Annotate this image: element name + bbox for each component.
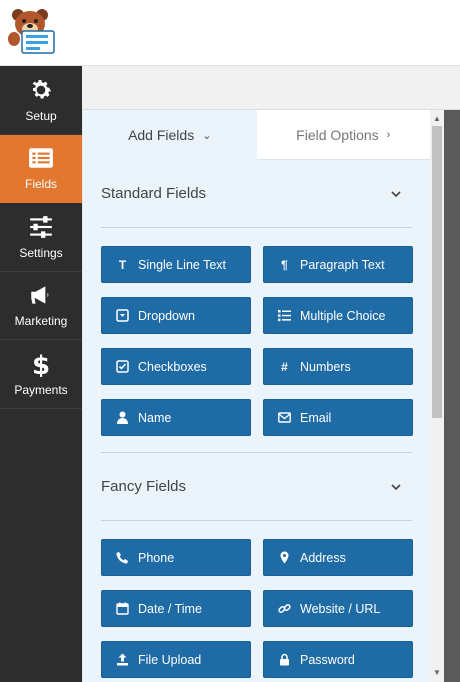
wpforms-bear-logo-icon[interactable] [4,6,60,56]
button-label: Multiple Choice [300,308,386,323]
sidebar-item-settings[interactable]: Settings [0,203,82,272]
button-label: Password [300,652,355,667]
tab-add-fields[interactable]: Add Fields ⌄ [83,110,257,160]
section-title: Fancy Fields [101,478,187,495]
map-pin-icon [280,551,289,564]
sidebar-item-label: Setup [25,108,57,123]
calendar-icon [116,602,129,615]
fancy-fields-grid: Phone Address Date / Time Website / URL … [101,539,413,682]
button-label: Paragraph Text [300,257,385,272]
tab-field-options[interactable]: Field Options › [256,110,430,160]
gear-icon [32,79,52,99]
chevron-down-icon: ⌄ [202,129,212,142]
button-label: Date / Time [138,601,202,616]
button-label: Website / URL [300,601,381,616]
dollar-icon: $ [32,351,50,377]
add-phone-button[interactable]: Phone [101,539,251,576]
button-label: Checkboxes [138,359,207,374]
button-label: Phone [138,550,175,565]
text-icon: T [118,257,127,272]
chevron-down-icon [391,483,401,490]
upload-icon [117,653,128,666]
button-label: Name [138,410,172,425]
builder-toolbar [82,66,460,110]
add-paragraph-text-button[interactable]: ¶ Paragraph Text [263,246,413,283]
sidebar-item-marketing[interactable]: Marketing [0,272,82,340]
scroll-down-arrow-icon[interactable]: ▼ [430,666,444,680]
add-file-upload-button[interactable]: File Upload [101,641,251,678]
add-multiple-choice-button[interactable]: Multiple Choice [263,297,413,334]
top-bar [0,0,460,66]
chevron-down-icon [391,190,401,197]
lock-icon [280,653,289,666]
button-label: Single Line Text [138,257,227,272]
paragraph-icon: ¶ [281,257,288,272]
user-icon [117,411,128,424]
button-label: Dropdown [138,308,195,323]
add-fields-panel: Add Fields ⌄ Field Options › Standard Fi… [82,110,430,682]
scrollbar-thumb[interactable] [432,126,442,418]
add-address-button[interactable]: Address [263,539,413,576]
fields-list-icon [29,148,53,168]
sidebar-item-setup[interactable]: Setup [0,66,82,135]
chevron-right-icon: › [386,128,391,141]
add-single-line-text-button[interactable]: T Single Line Text [101,246,251,283]
tab-label: Add Fields [128,127,195,143]
phone-icon [116,552,128,564]
fancy-fields-header[interactable]: Fancy Fields [101,453,412,521]
sidebar-item-payments[interactable]: $ Payments [0,340,82,409]
standard-fields-header[interactable]: Standard Fields [101,160,412,228]
scroll-up-arrow-icon[interactable]: ▲ [430,112,444,126]
tab-label: Field Options [296,126,379,143]
sidebar-item-label: Payments [14,382,68,397]
add-checkboxes-button[interactable]: Checkboxes [101,348,251,385]
add-website-url-button[interactable]: Website / URL [263,590,413,627]
add-name-button[interactable]: Name [101,399,251,436]
checkbox-icon [116,360,129,373]
builder-sidebar: Setup Fields Settings Marketing $ Paymen… [0,66,82,682]
panel-scrollbar[interactable]: ▲ ▼ [430,110,444,682]
list-icon [278,310,291,322]
section-title: Standard Fields [101,185,207,202]
add-email-button[interactable]: Email [263,399,413,436]
link-icon [278,604,291,613]
panel-tabs: Add Fields ⌄ Field Options › [83,110,430,160]
sidebar-item-label: Fields [24,177,57,192]
megaphone-icon [31,286,49,304]
envelope-icon [278,412,291,423]
sidebar-item-label: Marketing [14,314,68,329]
button-label: File Upload [138,652,202,667]
add-date-time-button[interactable]: Date / Time [101,590,251,627]
sidebar-item-fields[interactable]: Fields [0,134,82,203]
sliders-icon [30,215,52,238]
add-password-button[interactable]: Password [263,641,413,678]
preview-area-edge [444,110,460,682]
hash-icon: # [281,359,288,374]
svg-text:$: $ [32,351,50,377]
standard-fields-grid: T Single Line Text ¶ Paragraph Text Drop… [101,246,413,452]
dropdown-icon [116,309,129,322]
button-label: Numbers [300,359,351,374]
sidebar-item-label: Settings [19,245,63,260]
button-label: Address [300,550,346,565]
add-numbers-button[interactable]: # Numbers [263,348,413,385]
add-dropdown-button[interactable]: Dropdown [101,297,251,334]
button-label: Email [300,410,332,425]
